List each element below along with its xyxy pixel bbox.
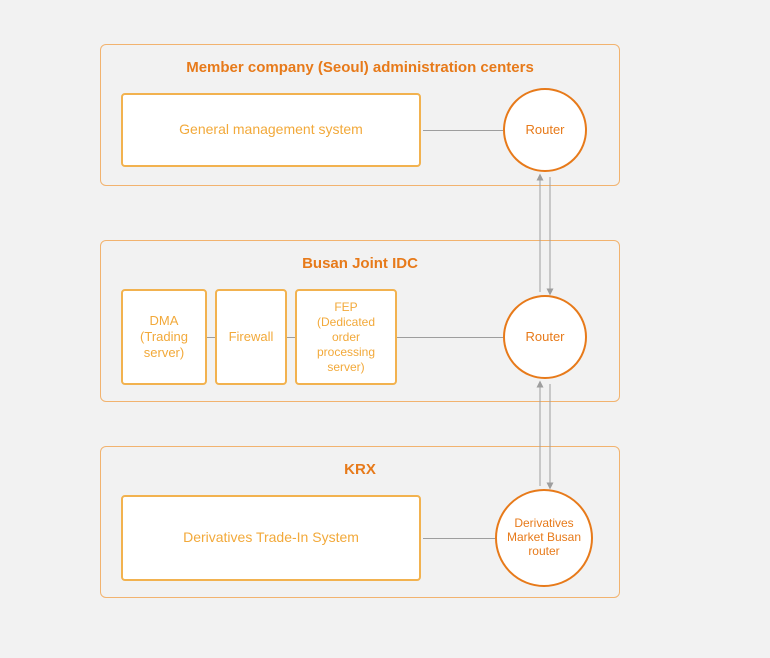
connector-gms-router <box>423 130 503 131</box>
connector-dti-router <box>423 538 495 539</box>
group-seoul-title: Member company (Seoul) administration ce… <box>101 59 619 76</box>
group-krx-title: KRX <box>101 461 619 478</box>
connector-firewall-fep <box>287 337 295 338</box>
group-seoul: Member company (Seoul) administration ce… <box>100 44 620 186</box>
box-general-management-system: General management system <box>121 93 421 167</box>
group-busan-title: Busan Joint IDC <box>101 255 619 272</box>
circle-krx-router: Derivatives Market Busan router <box>495 489 593 587</box>
box-fep-server: FEP (Dedicated order processing server) <box>295 289 397 385</box>
circle-seoul-router: Router <box>503 88 587 172</box>
circle-busan-router: Router <box>503 295 587 379</box>
box-dma-trading-server: DMA (Trading server) <box>121 289 207 385</box>
connector-fep-router <box>397 337 503 338</box>
connector-dma-firewall <box>207 337 215 338</box>
group-krx: KRX Derivatives Trade-In System Derivati… <box>100 446 620 598</box>
box-derivatives-trade-in-system: Derivatives Trade-In System <box>121 495 421 581</box>
diagram-canvas: Member company (Seoul) administration ce… <box>30 30 740 628</box>
box-firewall: Firewall <box>215 289 287 385</box>
group-busan-idc: Busan Joint IDC DMA (Trading server) Fir… <box>100 240 620 402</box>
